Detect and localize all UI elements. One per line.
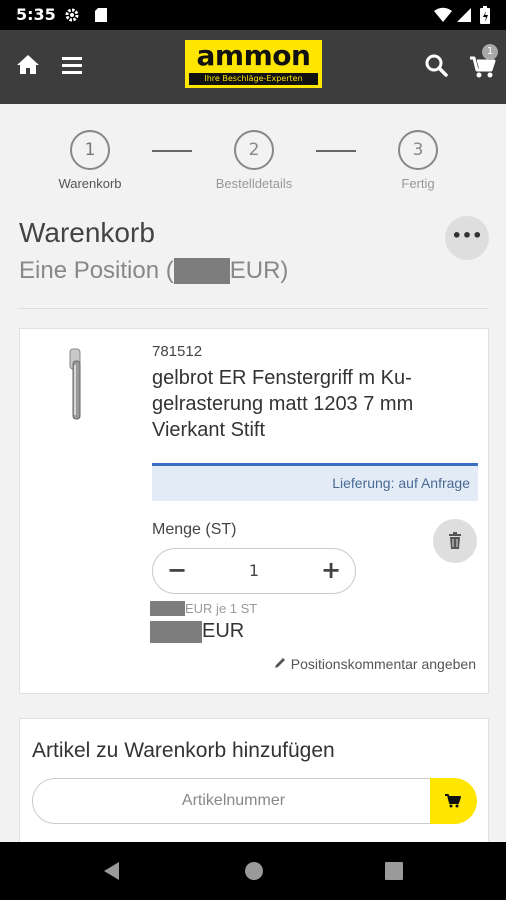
divider (19, 308, 489, 309)
status-time: 5:35 (16, 5, 56, 24)
recents-icon[interactable] (383, 860, 405, 882)
battery-icon (480, 6, 490, 28)
home-icon[interactable] (14, 50, 48, 84)
unit-price: EUR je 1 ST (150, 601, 257, 616)
brand-logo[interactable]: ammon Ihre Beschläge-Experten (185, 40, 322, 88)
step-label: Fertig (401, 176, 435, 191)
logo-tagline: Ihre Beschläge-Experten (189, 73, 318, 85)
cart-count-badge: 1 (482, 44, 498, 60)
add-article-title: Artikel zu Warenkorb hinzufügen (32, 739, 335, 762)
wifi-icon (434, 7, 452, 27)
logo-wordmark: ammon (196, 39, 311, 72)
step-connector (152, 150, 192, 152)
delivery-status: Lieferung: auf Anfrage (152, 463, 478, 501)
comment-link-label: Positionskommentar angeben (290, 656, 476, 672)
step-fertig: 3 Fertig (358, 130, 478, 191)
step-label: Bestelldetails (215, 176, 293, 191)
system-nav-bar (0, 842, 506, 900)
increase-quantity-button[interactable]: + (309, 549, 353, 593)
quantity-value[interactable]: 1 (213, 549, 295, 593)
gear-icon (64, 7, 80, 27)
position-comment-link[interactable]: Positionskommentar angeben (274, 656, 476, 672)
delete-item-button[interactable] (433, 519, 477, 563)
decrease-quantity-button[interactable]: − (155, 549, 199, 593)
pencil-icon (274, 656, 287, 672)
sd-card-icon (94, 7, 108, 27)
main-content: 1 Warenkorb 2 Bestelldetails 3 Fertig Wa… (0, 104, 506, 842)
subtitle-suffix: EUR) (229, 257, 289, 284)
subtitle-prefix: Eine Position ( (19, 257, 174, 284)
cart-item-card: 781512 gelbrot ER Fenstergriff m Ku-gelr… (19, 328, 489, 694)
article-number-input[interactable] (32, 778, 434, 824)
step-connector (316, 150, 356, 152)
step-number: 3 (398, 130, 438, 170)
item-total: EUR (150, 620, 244, 643)
more-options-button[interactable]: ••• (445, 216, 489, 260)
menu-icon[interactable] (58, 50, 92, 84)
status-bar: 5:35 (0, 0, 506, 30)
item-sku: 781512 (152, 343, 203, 360)
quantity-label: Menge (ST) (152, 521, 237, 538)
unit-price-suffix: EUR je 1 ST (185, 601, 258, 616)
add-article-card: Artikel zu Warenkorb hinzufügen (19, 718, 489, 842)
page-title: Warenkorb (19, 217, 155, 248)
step-number: 2 (234, 130, 274, 170)
page-subtitle: Eine Position ( EUR) (19, 257, 288, 285)
back-icon[interactable] (101, 860, 123, 882)
product-image[interactable] (60, 347, 90, 422)
add-to-cart-button[interactable] (430, 778, 477, 824)
home-circle-icon[interactable] (243, 860, 265, 882)
quantity-stepper: − 1 + (152, 548, 356, 594)
redacted-unit-price (150, 601, 185, 616)
step-warenkorb: 1 Warenkorb (30, 130, 150, 191)
step-bestelldetails: 2 Bestelldetails (194, 130, 314, 191)
redacted-amount (173, 258, 230, 284)
signal-icon (456, 7, 472, 27)
step-number: 1 (70, 130, 110, 170)
item-name[interactable]: gelbrot ER Fenstergriff m Ku-gelrasterun… (152, 365, 472, 443)
search-icon[interactable] (422, 50, 456, 84)
redacted-total (150, 620, 202, 643)
total-suffix: EUR (202, 620, 245, 642)
step-label: Warenkorb (58, 176, 122, 191)
